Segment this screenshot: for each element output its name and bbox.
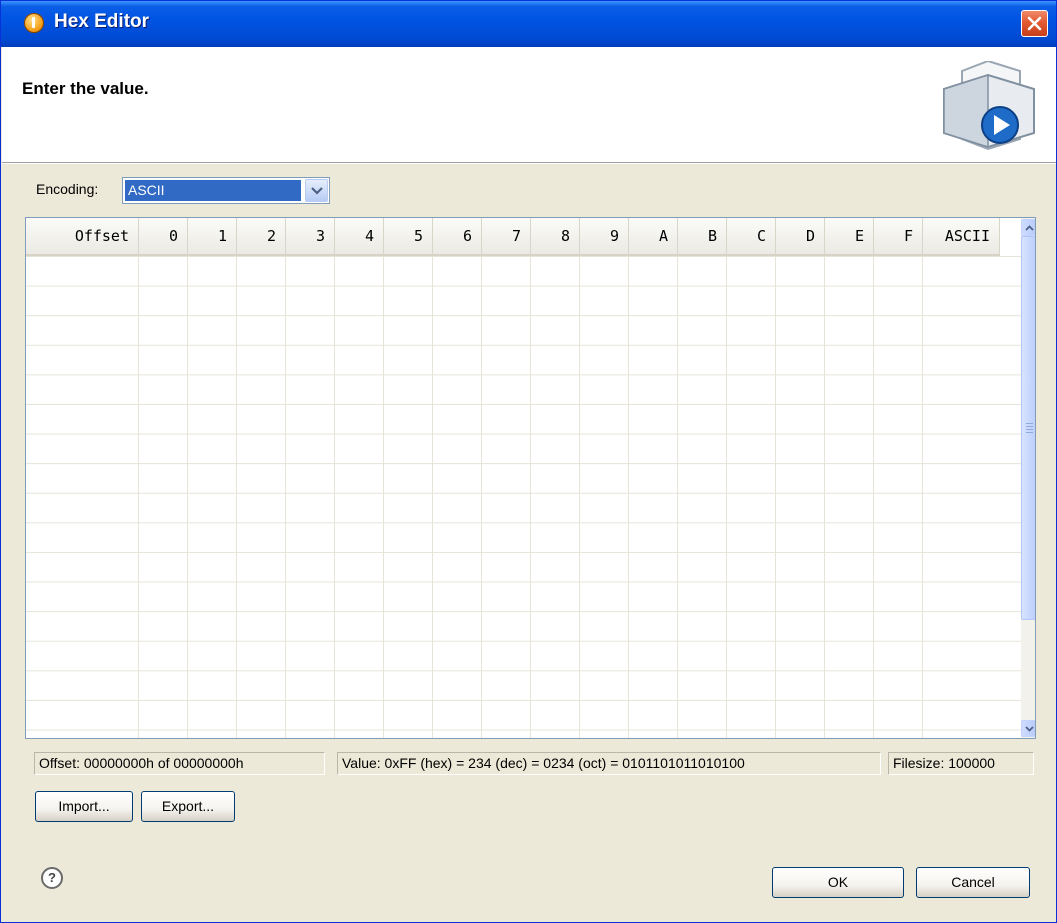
grid-column-divider bbox=[236, 256, 237, 738]
dialog-banner: Enter the value. bbox=[2, 47, 1056, 163]
column-header-ascii: ASCII bbox=[923, 218, 1000, 254]
grid-column-divider bbox=[187, 256, 188, 738]
grid-column-divider bbox=[775, 256, 776, 738]
grid-column-divider bbox=[677, 256, 678, 738]
grid-column-divider bbox=[138, 256, 139, 738]
grid-column-divider bbox=[873, 256, 874, 738]
chevron-up-icon bbox=[1025, 225, 1034, 231]
grid-column-divider bbox=[481, 256, 482, 738]
column-header-5: 5 bbox=[384, 218, 433, 254]
scroll-up-button[interactable] bbox=[1021, 219, 1035, 236]
status-value: Value: 0xFF (hex) = 234 (dec) = 0234 (oc… bbox=[337, 752, 881, 775]
export-button[interactable]: Export... bbox=[141, 791, 235, 822]
encoding-dropdown-button[interactable] bbox=[305, 179, 328, 202]
grid-column-divider bbox=[579, 256, 580, 738]
column-header-offset: Offset bbox=[26, 218, 139, 254]
grid-column-divider bbox=[628, 256, 629, 738]
column-header-f: F bbox=[874, 218, 923, 254]
column-header-6: 6 bbox=[433, 218, 482, 254]
grid-column-divider bbox=[285, 256, 286, 738]
grid-column-divider bbox=[432, 256, 433, 738]
chevron-down-icon bbox=[311, 187, 323, 195]
column-header-b: B bbox=[678, 218, 727, 254]
app-icon bbox=[24, 13, 44, 33]
column-header-a: A bbox=[629, 218, 678, 254]
hex-editor-dialog: Hex Editor Enter the value. Encoding: AS… bbox=[0, 0, 1057, 923]
hex-grid-header: Offset 0 1 2 3 4 5 6 7 8 9 A B C D E F ASCII bbox=[26, 218, 1000, 256]
banner-message: Enter the value. bbox=[22, 79, 149, 98]
status-filesize: Filesize: 100000 bbox=[888, 752, 1034, 775]
status-offset: Offset: 00000000h of 00000000h bbox=[34, 752, 325, 775]
encoding-label: Encoding: bbox=[36, 181, 99, 197]
column-header-d: D bbox=[776, 218, 825, 254]
title-bar[interactable]: Hex Editor bbox=[1, 1, 1056, 47]
chevron-down-icon bbox=[1025, 726, 1034, 732]
column-header-7: 7 bbox=[482, 218, 531, 254]
hex-grid[interactable]: Offset 0 1 2 3 4 5 6 7 8 9 A B C D E F ASCII bbox=[25, 217, 1036, 739]
scroll-thumb[interactable] bbox=[1021, 236, 1035, 620]
column-header-e: E bbox=[825, 218, 874, 254]
encoding-select[interactable]: ASCII bbox=[122, 177, 330, 204]
wizard-banner-graphic bbox=[943, 61, 1035, 151]
column-header-2: 2 bbox=[237, 218, 286, 254]
column-header-0: 0 bbox=[139, 218, 188, 254]
column-header-3: 3 bbox=[286, 218, 335, 254]
grid-column-divider bbox=[824, 256, 825, 738]
help-icon[interactable]: ? bbox=[41, 867, 63, 889]
encoding-value[interactable]: ASCII bbox=[125, 180, 301, 201]
column-header-9: 9 bbox=[580, 218, 629, 254]
grid-column-divider bbox=[726, 256, 727, 738]
close-icon bbox=[1027, 16, 1042, 31]
window-title: Hex Editor bbox=[54, 11, 150, 32]
column-header-8: 8 bbox=[531, 218, 580, 254]
cancel-button[interactable]: Cancel bbox=[916, 867, 1030, 898]
column-header-1: 1 bbox=[188, 218, 237, 254]
grid-column-divider bbox=[530, 256, 531, 738]
column-header-4: 4 bbox=[335, 218, 384, 254]
import-button[interactable]: Import... bbox=[35, 791, 133, 822]
grid-column-divider bbox=[922, 256, 923, 738]
column-header-c: C bbox=[727, 218, 776, 254]
scroll-down-button[interactable] bbox=[1021, 720, 1035, 737]
banner-separator bbox=[2, 163, 1056, 164]
ok-button[interactable]: OK bbox=[772, 867, 904, 898]
close-button[interactable] bbox=[1021, 10, 1048, 37]
grid-column-divider bbox=[383, 256, 384, 738]
grid-column-divider bbox=[334, 256, 335, 738]
vertical-scrollbar[interactable] bbox=[1021, 218, 1035, 738]
